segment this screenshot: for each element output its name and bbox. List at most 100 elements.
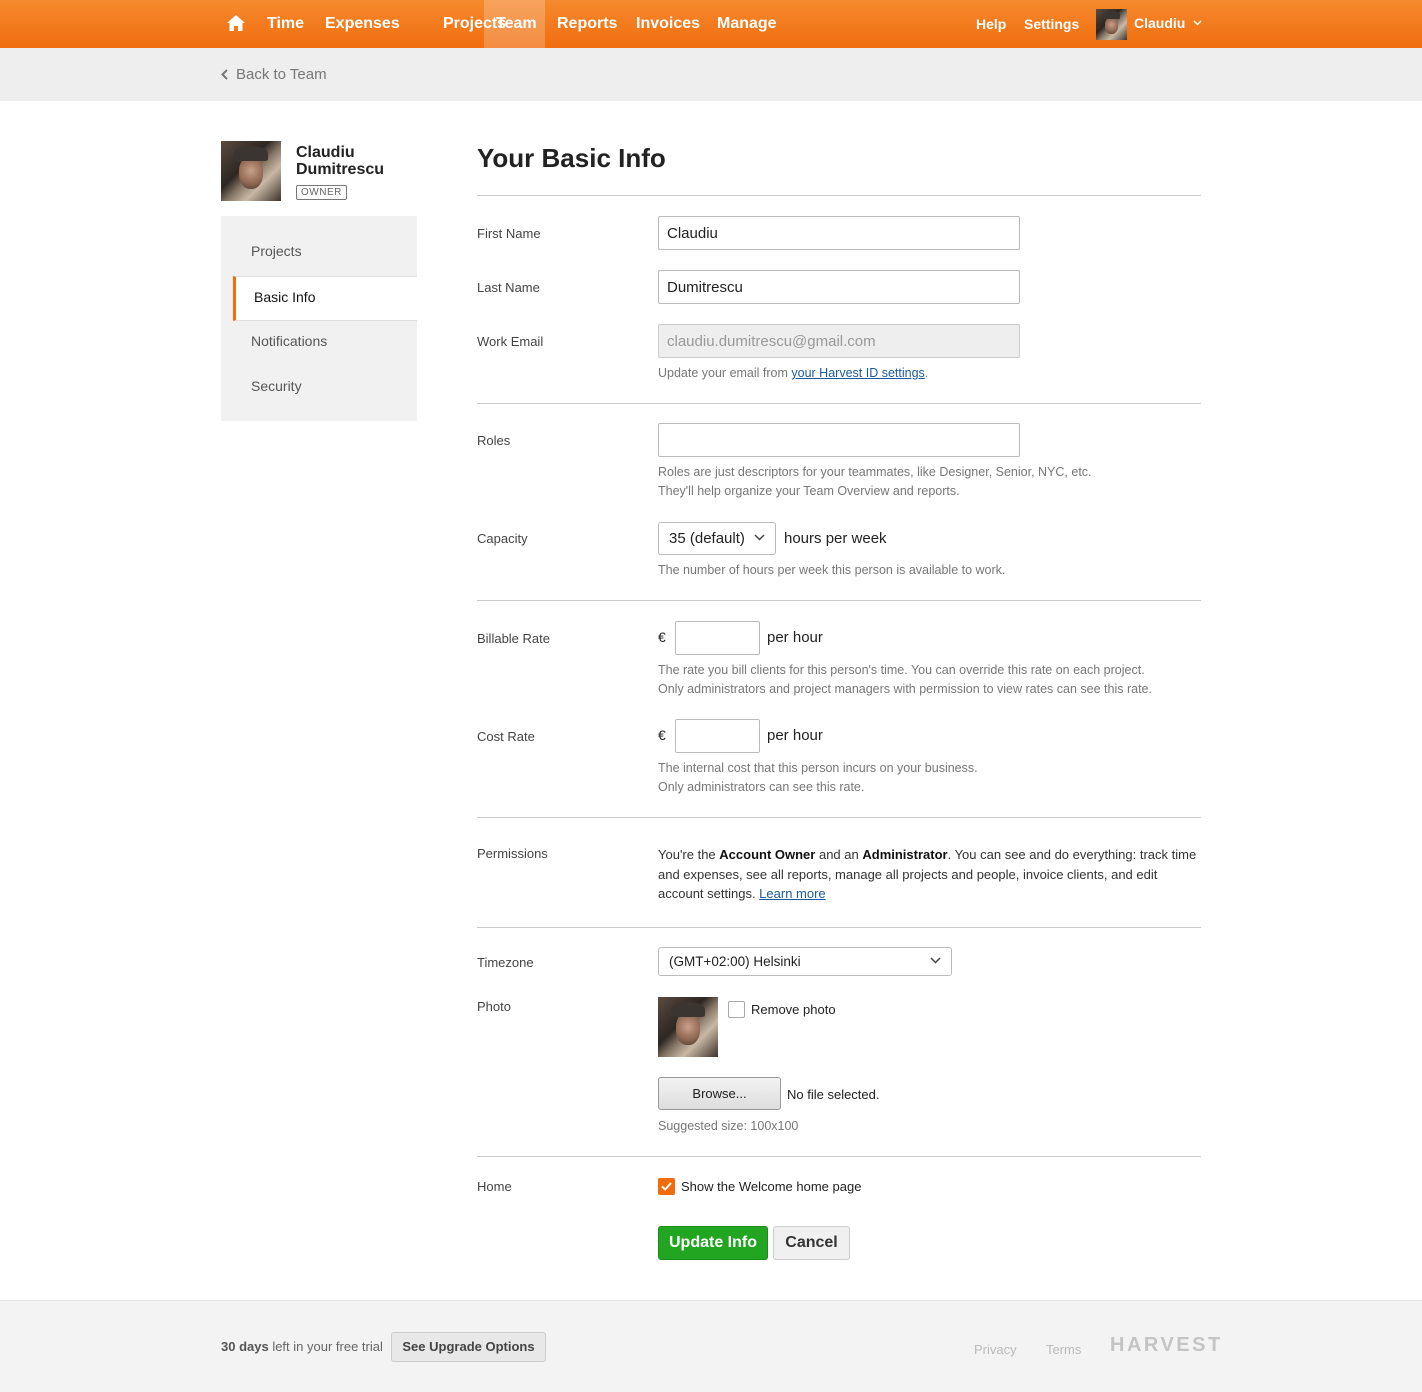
remove-photo-checkbox[interactable]: [728, 1001, 745, 1018]
work-email-input: [658, 324, 1020, 358]
nav-reports[interactable]: Reports: [545, 0, 629, 48]
browse-button[interactable]: Browse...: [658, 1077, 781, 1110]
back-to-team-link[interactable]: Back to Team: [221, 66, 327, 83]
timezone-label: Timezone: [477, 955, 534, 970]
sidenav-notifications[interactable]: Notifications: [221, 321, 417, 366]
trial-text: left in your free trial: [268, 1339, 383, 1354]
roles-label: Roles: [477, 433, 511, 448]
photo-size-hint: Suggested size: 100x100: [658, 1119, 799, 1133]
owner-badge: OWNER: [296, 185, 347, 200]
harvest-logo: HARVEST: [1110, 1334, 1223, 1356]
timezone-value: (GMT+02:00) Helsinki: [669, 954, 801, 969]
home-nav-link[interactable]: [221, 0, 251, 48]
last-name-label: Last Name: [477, 280, 540, 295]
nav-expenses[interactable]: Expenses: [313, 0, 412, 48]
chevron-down-icon: [930, 956, 941, 964]
email-hint-prefix: Update your email from: [658, 366, 792, 380]
user-menu[interactable]: Claudiu: [1122, 0, 1214, 47]
perm-text-1: You're the: [658, 847, 720, 862]
timezone-select[interactable]: (GMT+02:00) Helsinki: [658, 947, 952, 976]
email-hint-suffix: .: [924, 366, 929, 380]
divider: [477, 600, 1201, 601]
chevron-left-icon: [221, 69, 228, 80]
roles-hint: Roles are just descriptors for your team…: [658, 463, 1092, 501]
divider: [477, 927, 1201, 928]
capacity-select[interactable]: 35 (default): [658, 522, 776, 555]
work-email-hint: Update your email from your Harvest ID s…: [658, 364, 928, 383]
billable-rate-input[interactable]: [675, 621, 760, 655]
profile-last-name: Dumitrescu: [296, 161, 385, 178]
cost-hint-line2: Only administrators can see this rate.: [658, 780, 865, 794]
work-email-label: Work Email: [477, 334, 544, 349]
cost-rate-hint: The internal cost that this person incur…: [658, 759, 978, 797]
first-name-input[interactable]: [658, 216, 1020, 250]
welcome-page-checkbox[interactable]: [658, 1178, 675, 1195]
file-status: No file selected.: [787, 1087, 880, 1102]
back-label: Back to Team: [236, 66, 327, 83]
billable-rate-label: Billable Rate: [477, 631, 550, 646]
harvest-id-settings-link[interactable]: your Harvest ID settings: [791, 366, 924, 380]
terms-link[interactable]: Terms: [1046, 1342, 1081, 1357]
welcome-page-label: Show the Welcome home page: [681, 1179, 862, 1194]
upgrade-options-button[interactable]: See Upgrade Options: [391, 1332, 546, 1362]
last-name-input[interactable]: [658, 270, 1020, 304]
cost-rate-input[interactable]: [675, 719, 760, 753]
sidenav-projects[interactable]: Projects: [221, 231, 417, 276]
user-name: Claudiu: [1134, 15, 1186, 31]
billable-rate-hint: The rate you bill clients for this perso…: [658, 661, 1152, 699]
photo-label: Photo: [477, 999, 511, 1014]
roles-hint-line2: They'll help organize your Team Overview…: [658, 484, 960, 498]
nav-settings[interactable]: Settings: [1012, 0, 1091, 48]
cost-rate-suffix: per hour: [767, 727, 823, 744]
capacity-label: Capacity: [477, 531, 528, 546]
learn-more-link[interactable]: Learn more: [759, 886, 825, 901]
chevron-down-icon: [754, 533, 765, 541]
divider: [477, 403, 1201, 404]
divider: [477, 817, 1201, 818]
checkmark-icon: [661, 1182, 672, 1191]
sidenav-security[interactable]: Security: [221, 366, 417, 411]
remove-photo-label: Remove photo: [751, 1002, 836, 1017]
profile-sidenav: Projects Basic Info Notifications Securi…: [221, 216, 417, 421]
billable-hint-line1: The rate you bill clients for this perso…: [658, 663, 1145, 677]
nav-time[interactable]: Time: [255, 0, 316, 48]
profile-first-name: Claudiu: [296, 144, 355, 161]
top-nav: Time Expenses Projects Team Reports Invo…: [0, 0, 1422, 48]
home-label: Home: [477, 1179, 512, 1194]
cost-rate-label: Cost Rate: [477, 729, 535, 744]
billable-currency: €: [658, 629, 666, 645]
capacity-suffix: hours per week: [784, 530, 887, 547]
cancel-button[interactable]: Cancel: [773, 1226, 850, 1260]
capacity-hint: The number of hours per week this person…: [658, 563, 1006, 577]
sidenav-basic-info[interactable]: Basic Info: [233, 276, 417, 321]
privacy-link[interactable]: Privacy: [974, 1342, 1017, 1357]
sub-header: Back to Team: [0, 48, 1422, 101]
nav-invoices[interactable]: Invoices: [624, 0, 712, 48]
nav-team[interactable]: Team: [484, 0, 545, 48]
update-info-button[interactable]: Update Info: [658, 1226, 768, 1260]
capacity-value: 35 (default): [669, 530, 745, 547]
cost-hint-line1: The internal cost that this person incur…: [658, 761, 978, 775]
photo-preview: [658, 997, 718, 1057]
nav-manage[interactable]: Manage: [705, 0, 789, 48]
chevron-down-icon: [1193, 20, 1202, 26]
perm-text-2: and an: [815, 847, 863, 862]
permissions-text: You're the Account Owner and an Administ…: [658, 845, 1203, 904]
billable-hint-line2: Only administrators and project managers…: [658, 682, 1152, 696]
billable-rate-suffix: per hour: [767, 629, 823, 646]
home-icon: [227, 15, 245, 31]
roles-input[interactable]: [658, 423, 1020, 457]
cost-currency: €: [658, 727, 666, 743]
trial-days: 30 days: [221, 1339, 269, 1354]
trial-notice: 30 days left in your free trial: [221, 1339, 383, 1354]
page-title: Your Basic Info: [477, 143, 666, 173]
perm-administrator: Administrator: [862, 847, 948, 862]
divider: [477, 1156, 1201, 1157]
first-name-label: First Name: [477, 226, 541, 241]
divider: [477, 195, 1201, 196]
permissions-label: Permissions: [477, 846, 548, 861]
profile-avatar: [221, 141, 281, 201]
nav-help[interactable]: Help: [964, 0, 1018, 48]
footer: 30 days left in your free trial See Upgr…: [0, 1300, 1422, 1392]
perm-account-owner: Account Owner: [719, 847, 816, 862]
